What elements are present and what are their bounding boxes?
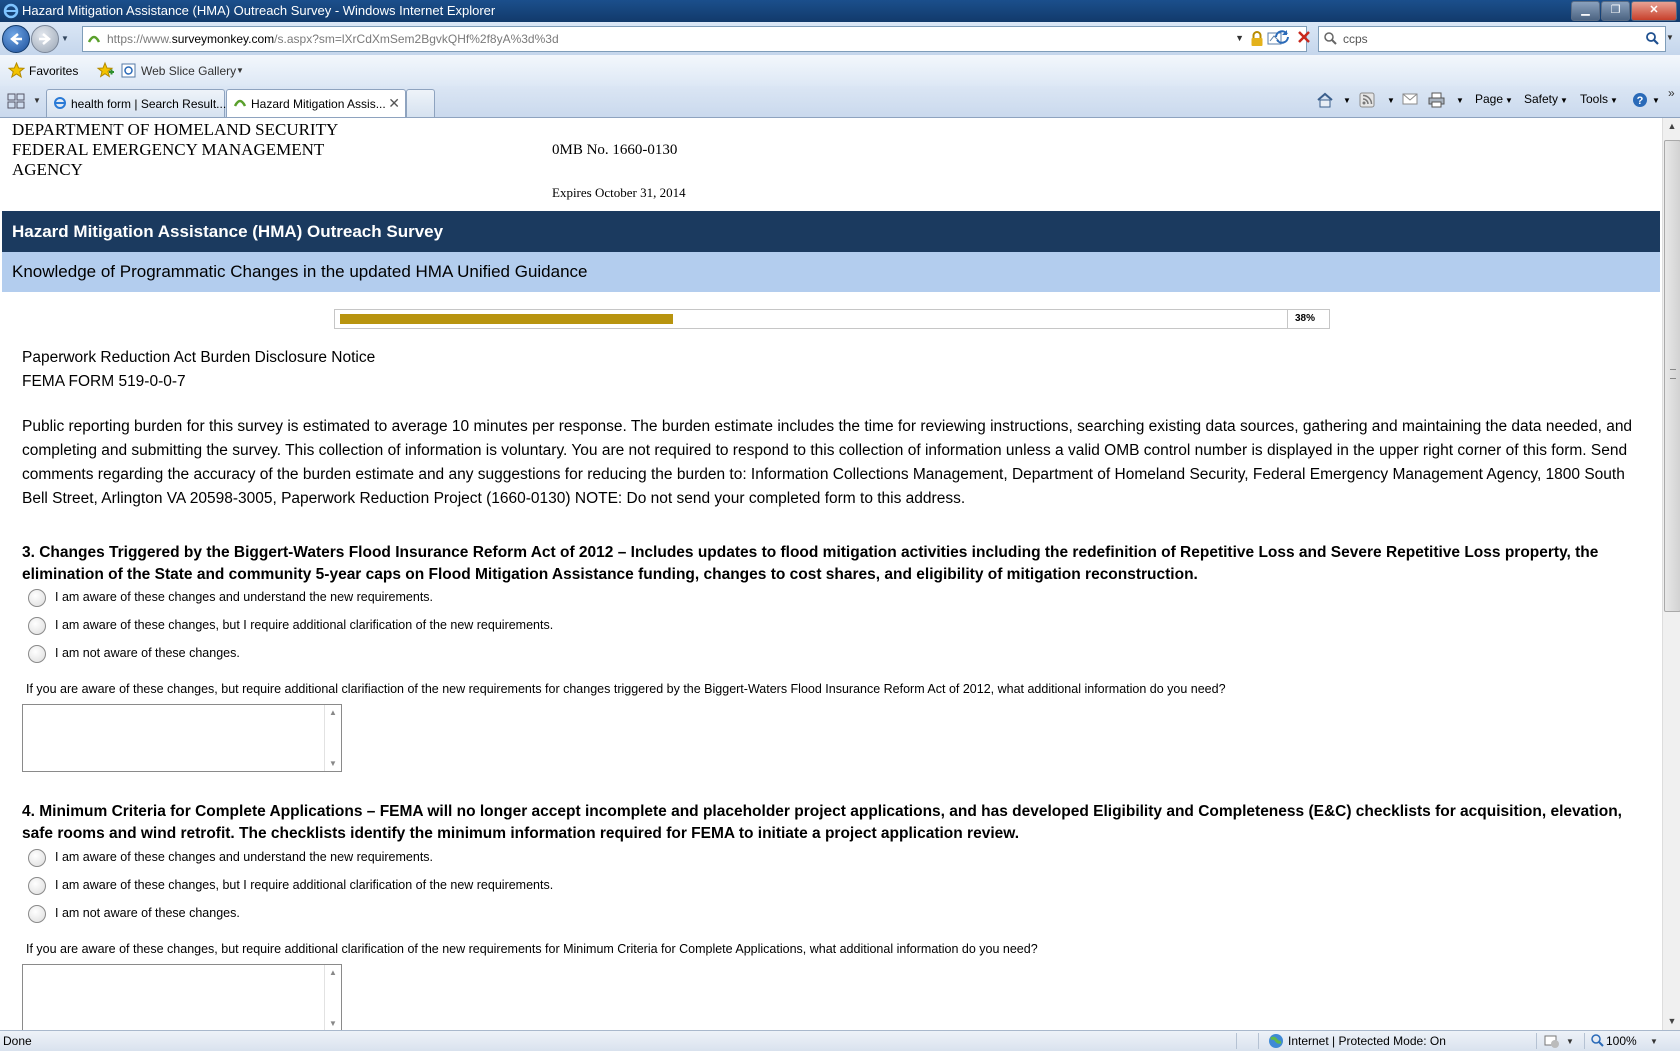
security-zone[interactable]: Internet | Protected Mode: On <box>1288 1034 1446 1048</box>
burden-disclosure-notice: Paperwork Reduction Act Burden Disclosur… <box>22 346 1642 511</box>
recent-pages-dropdown-icon[interactable]: ▼ <box>61 34 69 43</box>
close-tab-icon[interactable]: ✕ <box>388 95 400 112</box>
notice-heading: Paperwork Reduction Act Burden Disclosur… <box>22 349 376 366</box>
help-dropdown-icon[interactable]: ▼ <box>1650 92 1660 106</box>
department-header: DEPARTMENT OF HOMELAND SECURITY FEDERAL … <box>12 120 339 179</box>
internet-explorer-icon <box>3 3 19 19</box>
help-icon[interactable]: ? <box>1632 92 1648 108</box>
search-options-dropdown-icon[interactable]: ▼ <box>1666 33 1674 42</box>
survey-title: Hazard Mitigation Assistance (HMA) Outre… <box>12 222 444 241</box>
search-box[interactable] <box>1318 26 1666 52</box>
safety-menu[interactable]: Safety ▼ <box>1524 92 1568 106</box>
survey-title-bar: Hazard Mitigation Assistance (HMA) Outre… <box>2 211 1660 252</box>
print-dropdown-icon[interactable]: ▼ <box>1454 92 1464 106</box>
print-icon[interactable] <box>1428 92 1445 108</box>
feeds-dropdown-icon[interactable]: ▼ <box>1385 92 1395 106</box>
web-slice-gallery-link[interactable]: Web Slice Gallery <box>141 64 236 78</box>
progress-fill <box>340 314 673 324</box>
search-input[interactable] <box>1341 29 1565 49</box>
status-bar: Done Internet | Protected Mode: On ▼ 100… <box>0 1030 1680 1051</box>
back-arrow-icon <box>10 33 22 45</box>
add-to-favorites-bar-icon[interactable] <box>96 61 114 79</box>
scrollbar-thumb[interactable] <box>1664 140 1680 612</box>
site-favicon-icon <box>87 35 101 43</box>
radio-button[interactable] <box>28 589 46 607</box>
zoom-dropdown-icon[interactable]: ▼ <box>1650 1037 1658 1046</box>
refresh-icon[interactable] <box>1272 27 1292 47</box>
radio-button[interactable] <box>28 645 46 663</box>
feeds-icon[interactable] <box>1359 92 1375 108</box>
scroll-up-icon[interactable]: ▲ <box>329 708 337 717</box>
favorites-button[interactable]: Favorites <box>29 64 78 78</box>
minimize-button[interactable]: ▁ <box>1571 1 1600 21</box>
notice-body: Public reporting burden for this survey … <box>22 418 1633 507</box>
tab-hazard-mitigation[interactable]: Hazard Mitigation Assis... ✕ <box>226 89 406 117</box>
textarea-scrollbar[interactable]: ▲ ▼ <box>324 705 341 771</box>
scroll-up-arrow-icon[interactable]: ▲ <box>1663 118 1680 135</box>
page-scrollbar[interactable]: ▲ ▼ <box>1662 118 1680 1030</box>
svg-text:?: ? <box>1637 95 1644 107</box>
forward-button[interactable] <box>31 25 59 53</box>
window-title: Hazard Mitigation Assistance (HMA) Outre… <box>22 3 496 18</box>
question-4: 4. Minimum Criteria for Complete Applica… <box>22 803 1622 842</box>
zoom-icon[interactable] <box>1590 1033 1604 1047</box>
popup-blocker-icon[interactable] <box>1544 1033 1560 1049</box>
close-window-button[interactable]: ✕ <box>1631 1 1677 21</box>
stop-icon[interactable] <box>1294 27 1314 47</box>
web-slice-dropdown-icon[interactable]: ▼ <box>236 66 244 75</box>
expiration-date: Expires October 31, 2014 <box>552 185 686 200</box>
status-text: Done <box>3 1034 32 1048</box>
notice-form-number: FEMA FORM 519-0-0-7 <box>22 373 186 390</box>
radio-button[interactable] <box>28 905 46 923</box>
popup-dropdown-icon[interactable]: ▼ <box>1566 1037 1574 1046</box>
ie-page-icon <box>54 97 66 109</box>
page-title-bar: Knowledge of Programmatic Changes in the… <box>2 252 1660 292</box>
scroll-down-icon[interactable]: ▼ <box>329 759 337 768</box>
scroll-up-icon[interactable]: ▲ <box>329 968 337 977</box>
scroll-down-icon[interactable]: ▼ <box>329 1019 337 1028</box>
window-title-bar: Hazard Mitigation Assistance (HMA) Outre… <box>0 0 1680 22</box>
new-tab-button[interactable] <box>406 89 435 117</box>
question-3: 3. Changes Triggered by the Biggert-Wate… <box>22 544 1599 583</box>
quick-tabs-icon[interactable] <box>7 93 25 109</box>
surveymonkey-icon <box>233 99 247 107</box>
url-text: https://www.surveymonkey.com/s.aspx?sm=l… <box>107 32 559 46</box>
home-dropdown-icon[interactable]: ▼ <box>1341 92 1351 106</box>
web-slice-gallery-icon <box>121 63 136 78</box>
page-content: DEPARTMENT OF HOMELAND SECURITY FEDERAL … <box>0 118 1662 1030</box>
scroll-down-arrow-icon[interactable]: ▼ <box>1663 1013 1680 1030</box>
favorites-bar: Favorites Web Slice Gallery ▼ <box>0 55 1680 87</box>
tools-menu[interactable]: Tools ▼ <box>1580 92 1618 106</box>
omb-number: 0MB No. 1660-0130 <box>552 142 678 158</box>
security-lock-icon[interactable] <box>1250 31 1264 47</box>
more-commands-chevron-icon[interactable]: » <box>1668 86 1675 100</box>
url-field[interactable]: https://www.surveymonkey.com/s.aspx?sm=l… <box>82 26 1307 52</box>
q3-followup-label: If you are aware of these changes, but r… <box>26 682 1226 696</box>
maximize-button[interactable]: ❐ <box>1601 1 1630 21</box>
progress-percent: 38% <box>1295 313 1316 324</box>
search-provider-icon <box>1324 32 1337 45</box>
progress-bar: 38% <box>334 309 1330 329</box>
search-go-icon[interactable] <box>1645 31 1659 45</box>
textarea-scrollbar[interactable]: ▲ ▼ <box>324 965 341 1030</box>
radio-button[interactable] <box>28 877 46 895</box>
radio-button[interactable] <box>28 849 46 867</box>
internet-zone-globe-icon[interactable] <box>1268 1033 1284 1049</box>
page-menu[interactable]: Page ▼ <box>1475 92 1513 106</box>
zoom-level[interactable]: 100% <box>1606 1034 1637 1048</box>
tab-health-form[interactable]: health form | Search Result... <box>46 89 226 117</box>
page-title: Knowledge of Programmatic Changes in the… <box>12 262 588 281</box>
radio-button[interactable] <box>28 617 46 635</box>
forward-arrow-icon <box>39 33 51 45</box>
home-icon[interactable] <box>1316 92 1334 108</box>
back-button[interactable] <box>2 25 30 53</box>
url-history-dropdown-icon[interactable]: ▼ <box>1235 33 1244 43</box>
q4-comment-textarea[interactable]: ▲ ▼ <box>22 964 342 1030</box>
tab-list-dropdown-icon[interactable]: ▼ <box>33 96 41 105</box>
favorites-star-icon[interactable] <box>8 62 25 79</box>
read-mail-icon[interactable] <box>1402 92 1418 106</box>
q3-comment-textarea[interactable]: ▲ ▼ <box>22 704 342 772</box>
q4-followup-label: If you are aware of these changes, but r… <box>26 942 1038 956</box>
